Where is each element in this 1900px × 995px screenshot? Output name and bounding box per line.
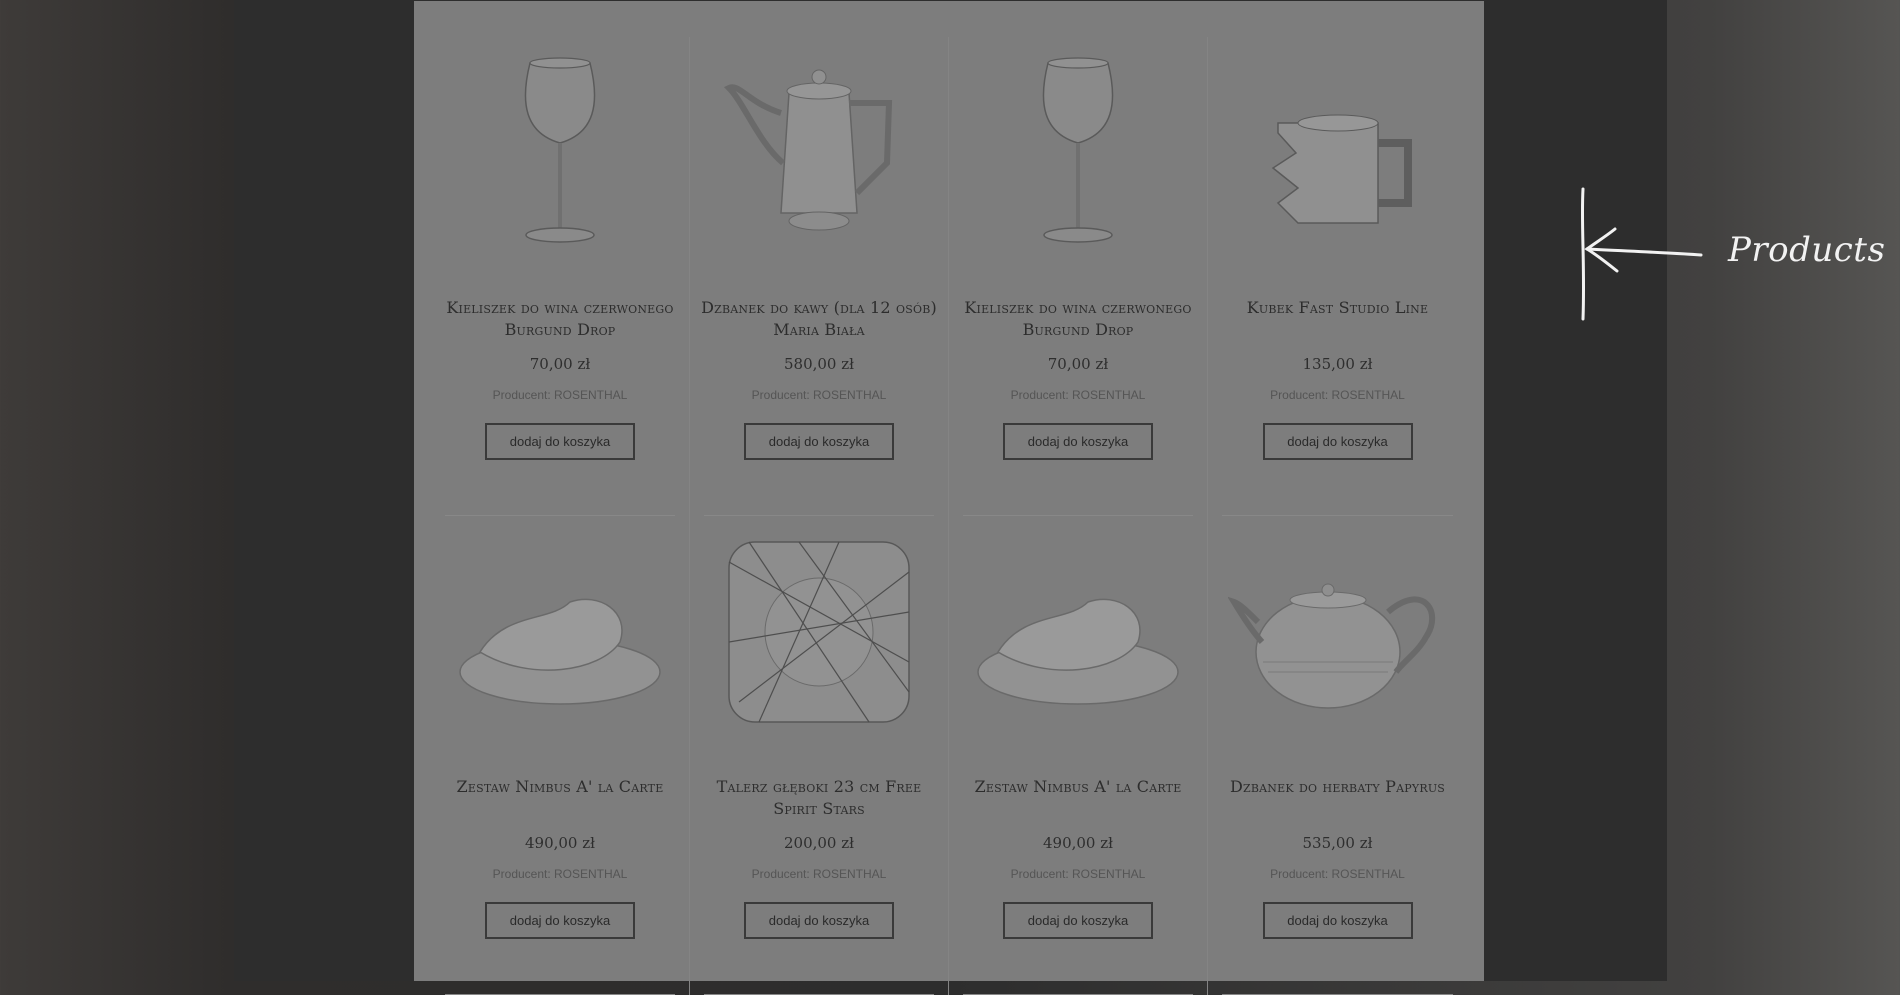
product-card[interactable]: Zestaw Nimbus A' la Carte 490,00 zł Prod… xyxy=(431,516,690,995)
annotation-label: Products xyxy=(1728,230,1886,270)
add-to-cart-button[interactable]: dodaj do koszyka xyxy=(485,902,635,939)
product-price: 580,00 zł xyxy=(783,355,855,373)
product-name[interactable]: Kieliszek do wina czerwonego Burgund Dro… xyxy=(955,297,1201,341)
product-name[interactable]: Dzbanek do kawy (dla 12 osób) Maria Biał… xyxy=(696,297,942,341)
add-to-cart-button[interactable]: dodaj do koszyka xyxy=(1003,423,1153,460)
product-price: 70,00 zł xyxy=(1047,355,1109,373)
wine-glass-icon xyxy=(1042,57,1114,243)
add-to-cart-button[interactable]: dodaj do koszyka xyxy=(1003,902,1153,939)
arrow-left-icon xyxy=(1580,187,1703,321)
product-producer: Producent: ROSENTHAL xyxy=(492,867,628,881)
product-card[interactable]: Talerz głęboki 23 cm Free Spirit Stars 2… xyxy=(690,516,949,995)
square-plate-icon xyxy=(728,541,910,723)
product-card[interactable]: Dzbanek do herbaty Papyrus 535,00 zł Pro… xyxy=(1208,516,1467,995)
mug-icon xyxy=(1271,114,1412,224)
bowl-plate-icon xyxy=(459,598,661,705)
product-producer: Producent: ROSENTHAL xyxy=(1010,867,1146,881)
product-name[interactable]: Dzbanek do herbaty Papyrus xyxy=(1214,776,1461,798)
product-price: 490,00 zł xyxy=(1042,834,1114,852)
product-name[interactable]: Zestaw Nimbus A' la Carte xyxy=(437,776,683,798)
product-producer: Producent: ROSENTHAL xyxy=(751,388,887,402)
product-listing-panel: Kieliszek do wina czerwonego Burgund Dro… xyxy=(414,1,1484,995)
product-name[interactable]: Zestaw Nimbus A' la Carte xyxy=(955,776,1201,798)
product-image[interactable] xyxy=(690,43,948,265)
product-card[interactable]: Kubek Fast Studio Line 135,00 zł Produce… xyxy=(1208,37,1467,516)
product-card[interactable]: Dzbanek do kawy (dla 12 osób) Maria Biał… xyxy=(690,37,949,516)
product-grid: Kieliszek do wina czerwonego Burgund Dro… xyxy=(431,37,1467,995)
product-producer: Producent: ROSENTHAL xyxy=(1010,388,1146,402)
add-to-cart-button[interactable]: dodaj do koszyka xyxy=(744,423,894,460)
add-to-cart-button[interactable]: dodaj do koszyka xyxy=(1262,423,1413,460)
product-image[interactable] xyxy=(431,43,689,265)
product-image[interactable] xyxy=(949,522,1207,744)
add-to-cart-button[interactable]: dodaj do koszyka xyxy=(1262,902,1413,939)
product-producer: Producent: ROSENTHAL xyxy=(751,867,887,881)
add-to-cart-button[interactable]: dodaj do koszyka xyxy=(485,423,635,460)
product-image[interactable] xyxy=(431,522,689,744)
product-price: 135,00 zł xyxy=(1302,355,1373,373)
wine-glass-icon xyxy=(524,57,596,243)
product-producer: Producent: ROSENTHAL xyxy=(1270,388,1405,402)
product-price: 200,00 zł xyxy=(783,834,855,852)
product-card[interactable]: Kieliszek do wina czerwonego Burgund Dro… xyxy=(949,37,1208,516)
coffee-pot-icon xyxy=(723,69,893,231)
product-name[interactable]: Kieliszek do wina czerwonego Burgund Dro… xyxy=(437,297,683,341)
product-producer: Producent: ROSENTHAL xyxy=(492,388,628,402)
product-price: 490,00 zł xyxy=(524,834,596,852)
product-name[interactable]: Kubek Fast Studio Line xyxy=(1214,297,1461,319)
product-card[interactable]: Kieliszek do wina czerwonego Burgund Dro… xyxy=(431,37,690,516)
add-to-cart-button[interactable]: dodaj do koszyka xyxy=(744,902,894,939)
bowl-plate-icon xyxy=(977,598,1179,705)
product-price: 535,00 zł xyxy=(1302,834,1373,852)
product-name[interactable]: Talerz głęboki 23 cm Free Spirit Stars xyxy=(696,776,942,820)
product-producer: Producent: ROSENTHAL xyxy=(1270,867,1405,881)
teapot-icon xyxy=(1227,583,1435,709)
product-price: 70,00 zł xyxy=(529,355,591,373)
product-card[interactable]: Zestaw Nimbus A' la Carte 490,00 zł Prod… xyxy=(949,516,1208,995)
product-image[interactable] xyxy=(690,522,948,744)
product-image[interactable] xyxy=(1208,43,1467,265)
product-image[interactable] xyxy=(949,43,1207,265)
product-image[interactable] xyxy=(1208,522,1467,744)
